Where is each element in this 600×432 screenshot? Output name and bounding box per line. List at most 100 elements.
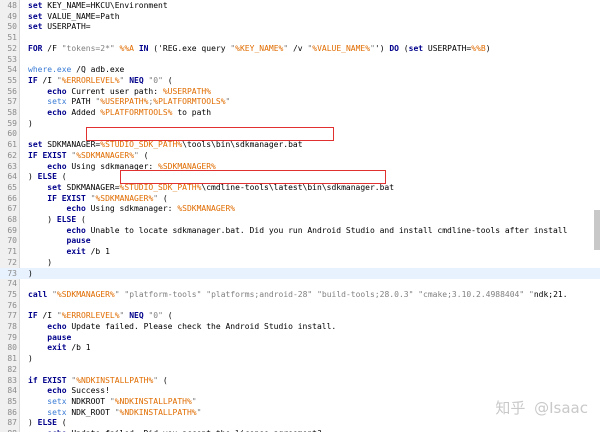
line-number: 55 — [7, 75, 17, 85]
line-number: 75 — [7, 289, 17, 299]
line-number: 66 — [7, 193, 17, 203]
line-text: call "%SDKMANAGER%" "platform-tools" "pl… — [28, 289, 568, 299]
code-editor[interactable]: 48 set KEY_NAME=HKCU\Environment 49 set VAL… — [0, 0, 600, 432]
line-number: 73 — [7, 268, 17, 278]
line-text: setx PATH "%USERPATH%;%PLATFORMTOOLS%" — [47, 97, 231, 107]
line-number: 67 — [7, 204, 17, 214]
line-number: 69 — [7, 225, 17, 235]
code-line[interactable]: 76 — [0, 300, 600, 311]
line-text: IF EXIST "%SDKMANAGER%" ( — [28, 150, 149, 160]
line-text: echo Unable to locate sdkmanager.bat. Di… — [66, 225, 568, 235]
line-number: 81 — [7, 354, 17, 364]
line-text: echo Using sdkmanager: %SDKMANAGER% — [66, 204, 236, 214]
code-line[interactable]: 49 set VALUE_NAME=Path — [0, 11, 600, 22]
code-line[interactable]: 66 IF EXIST "%SDKMANAGER%" ( — [0, 193, 600, 204]
line-number: 52 — [7, 43, 17, 53]
line-text: exit /b 1 — [66, 247, 110, 257]
code-line[interactable]: 67 echo Using sdkmanager: %SDKMANAGER% — [0, 203, 600, 214]
line-text: echo Success! — [47, 386, 110, 396]
line-text: ) — [28, 257, 53, 267]
line-number: 64 — [7, 172, 17, 182]
line-number: 61 — [7, 140, 17, 150]
code-line[interactable]: 79 pause — [0, 332, 600, 343]
line-number: 51 — [7, 33, 17, 43]
code-line[interactable]: 74 — [0, 278, 600, 289]
line-number: 63 — [7, 161, 17, 171]
code-line[interactable]: 87 ) ELSE ( — [0, 417, 600, 428]
code-line[interactable]: 58 echo Added %PLATFORMTOOLS% to path — [0, 107, 600, 118]
line-text: ) ELSE ( — [28, 418, 67, 428]
watermark-brand: 知乎 — [495, 399, 526, 417]
line-number: 65 — [7, 182, 17, 192]
line-number: 85 — [7, 396, 17, 406]
code-line[interactable]: 48 set KEY_NAME=HKCU\Environment — [0, 0, 600, 11]
line-text: ) — [28, 268, 33, 278]
code-line[interactable]: 77 IF /I "%ERRORLEVEL%" NEQ "0" ( — [0, 310, 600, 321]
line-text: pause — [47, 332, 72, 342]
code-line[interactable]: 78 echo Update failed. Please check the … — [0, 321, 600, 332]
watermark: 知乎 @Isaac — [495, 397, 588, 418]
line-text: ) ELSE ( — [28, 172, 67, 182]
line-number: 57 — [7, 97, 17, 107]
line-text: exit /b 1 — [47, 343, 91, 353]
code-line[interactable]: 68 ) ELSE ( — [0, 214, 600, 225]
line-number: 54 — [7, 65, 17, 75]
code-line[interactable]: 84 echo Success! — [0, 385, 600, 396]
line-text: if EXIST "%NDKINSTALLPATH%" ( — [28, 375, 168, 385]
code-line[interactable]: 75 call "%SDKMANAGER%" "platform-tools" "… — [0, 289, 600, 300]
line-number: 70 — [7, 236, 17, 246]
code-line[interactable]: 73) — [0, 267, 600, 279]
line-number: 74 — [7, 279, 17, 289]
line-number: 58 — [7, 108, 17, 117]
line-number: 62 — [7, 150, 17, 160]
code-line[interactable]: 82 — [0, 364, 600, 375]
line-number: 83 — [7, 375, 17, 385]
line-text: setx NDKROOT "%NDKINSTALLPATH%" — [47, 396, 197, 406]
code-line[interactable]: 52 FOR /F "tokens=2*" %%A IN ('REG.exe qu… — [0, 43, 600, 54]
line-text: echo Update failed. Please check the And… — [47, 322, 337, 331]
highlight-box-sdk-path-cmdline — [120, 170, 386, 184]
code-line[interactable]: 83 if EXIST "%NDKINSTALLPATH%" ( — [0, 375, 600, 386]
line-number: 56 — [7, 86, 17, 96]
code-line[interactable]: 50 set USERPATH= — [0, 21, 600, 32]
line-number: 78 — [7, 322, 17, 331]
highlight-box-sdk-path-tools — [86, 127, 334, 141]
line-number: 71 — [7, 247, 17, 257]
line-number: 76 — [7, 300, 17, 310]
code-line[interactable]: 53 — [0, 54, 600, 65]
line-number: 60 — [7, 129, 17, 139]
code-line[interactable]: 71 exit /b 1 — [0, 246, 600, 257]
line-number: 59 — [7, 118, 17, 128]
line-text: set KEY_NAME=HKCU\Environment — [28, 1, 168, 10]
code-line[interactable]: 56 echo Current user path: %USERPATH% — [0, 86, 600, 97]
line-text: ) — [28, 118, 33, 128]
line-number: 86 — [7, 407, 17, 417]
line-text: setx NDK_ROOT "%NDKINSTALLPATH%" — [47, 407, 202, 417]
code-line[interactable]: 62 IF EXIST "%SDKMANAGER%" ( — [0, 150, 600, 161]
code-line[interactable]: 81) — [0, 353, 600, 364]
code-line[interactable]: 54 where.exe /Q adb.exe — [0, 64, 600, 75]
watermark-author: @Isaac — [534, 399, 588, 417]
line-text: echo Added %PLATFORMTOOLS% to path — [47, 108, 212, 117]
code-line[interactable]: 88 echo Update failed. Did you accept th… — [0, 428, 600, 432]
line-number: 68 — [7, 215, 17, 224]
line-number: 50 — [7, 22, 17, 32]
code-line[interactable]: 57 setx PATH "%USERPATH%;%PLATFORMTOOLS%… — [0, 96, 600, 107]
line-number: 82 — [7, 364, 17, 374]
line-number: 84 — [7, 386, 17, 396]
line-text: echo Current user path: %USERPATH% — [47, 86, 212, 96]
line-number: 88 — [0, 428, 17, 432]
line-text: IF EXIST "%SDKMANAGER%" ( — [47, 193, 168, 203]
code-line[interactable]: 80 exit /b 1 — [0, 342, 600, 353]
line-number: 87 — [7, 418, 17, 428]
line-number: 77 — [7, 311, 17, 321]
line-number: 53 — [7, 54, 17, 64]
code-line[interactable]: 69 echo Unable to locate sdkmanager.bat.… — [0, 225, 600, 236]
code-line[interactable]: 72 ) — [0, 257, 600, 268]
code-line[interactable]: 55 IF /I "%ERRORLEVEL%" NEQ "0" ( — [0, 75, 600, 86]
line-text: IF /I "%ERRORLEVEL%" NEQ "0" ( — [28, 311, 173, 321]
vertical-scrollbar-thumb[interactable] — [594, 210, 600, 250]
code-line[interactable]: 70 pause — [0, 235, 600, 246]
line-text: IF /I "%ERRORLEVEL%" NEQ "0" ( — [28, 75, 173, 85]
code-line[interactable]: 51 — [0, 32, 600, 43]
